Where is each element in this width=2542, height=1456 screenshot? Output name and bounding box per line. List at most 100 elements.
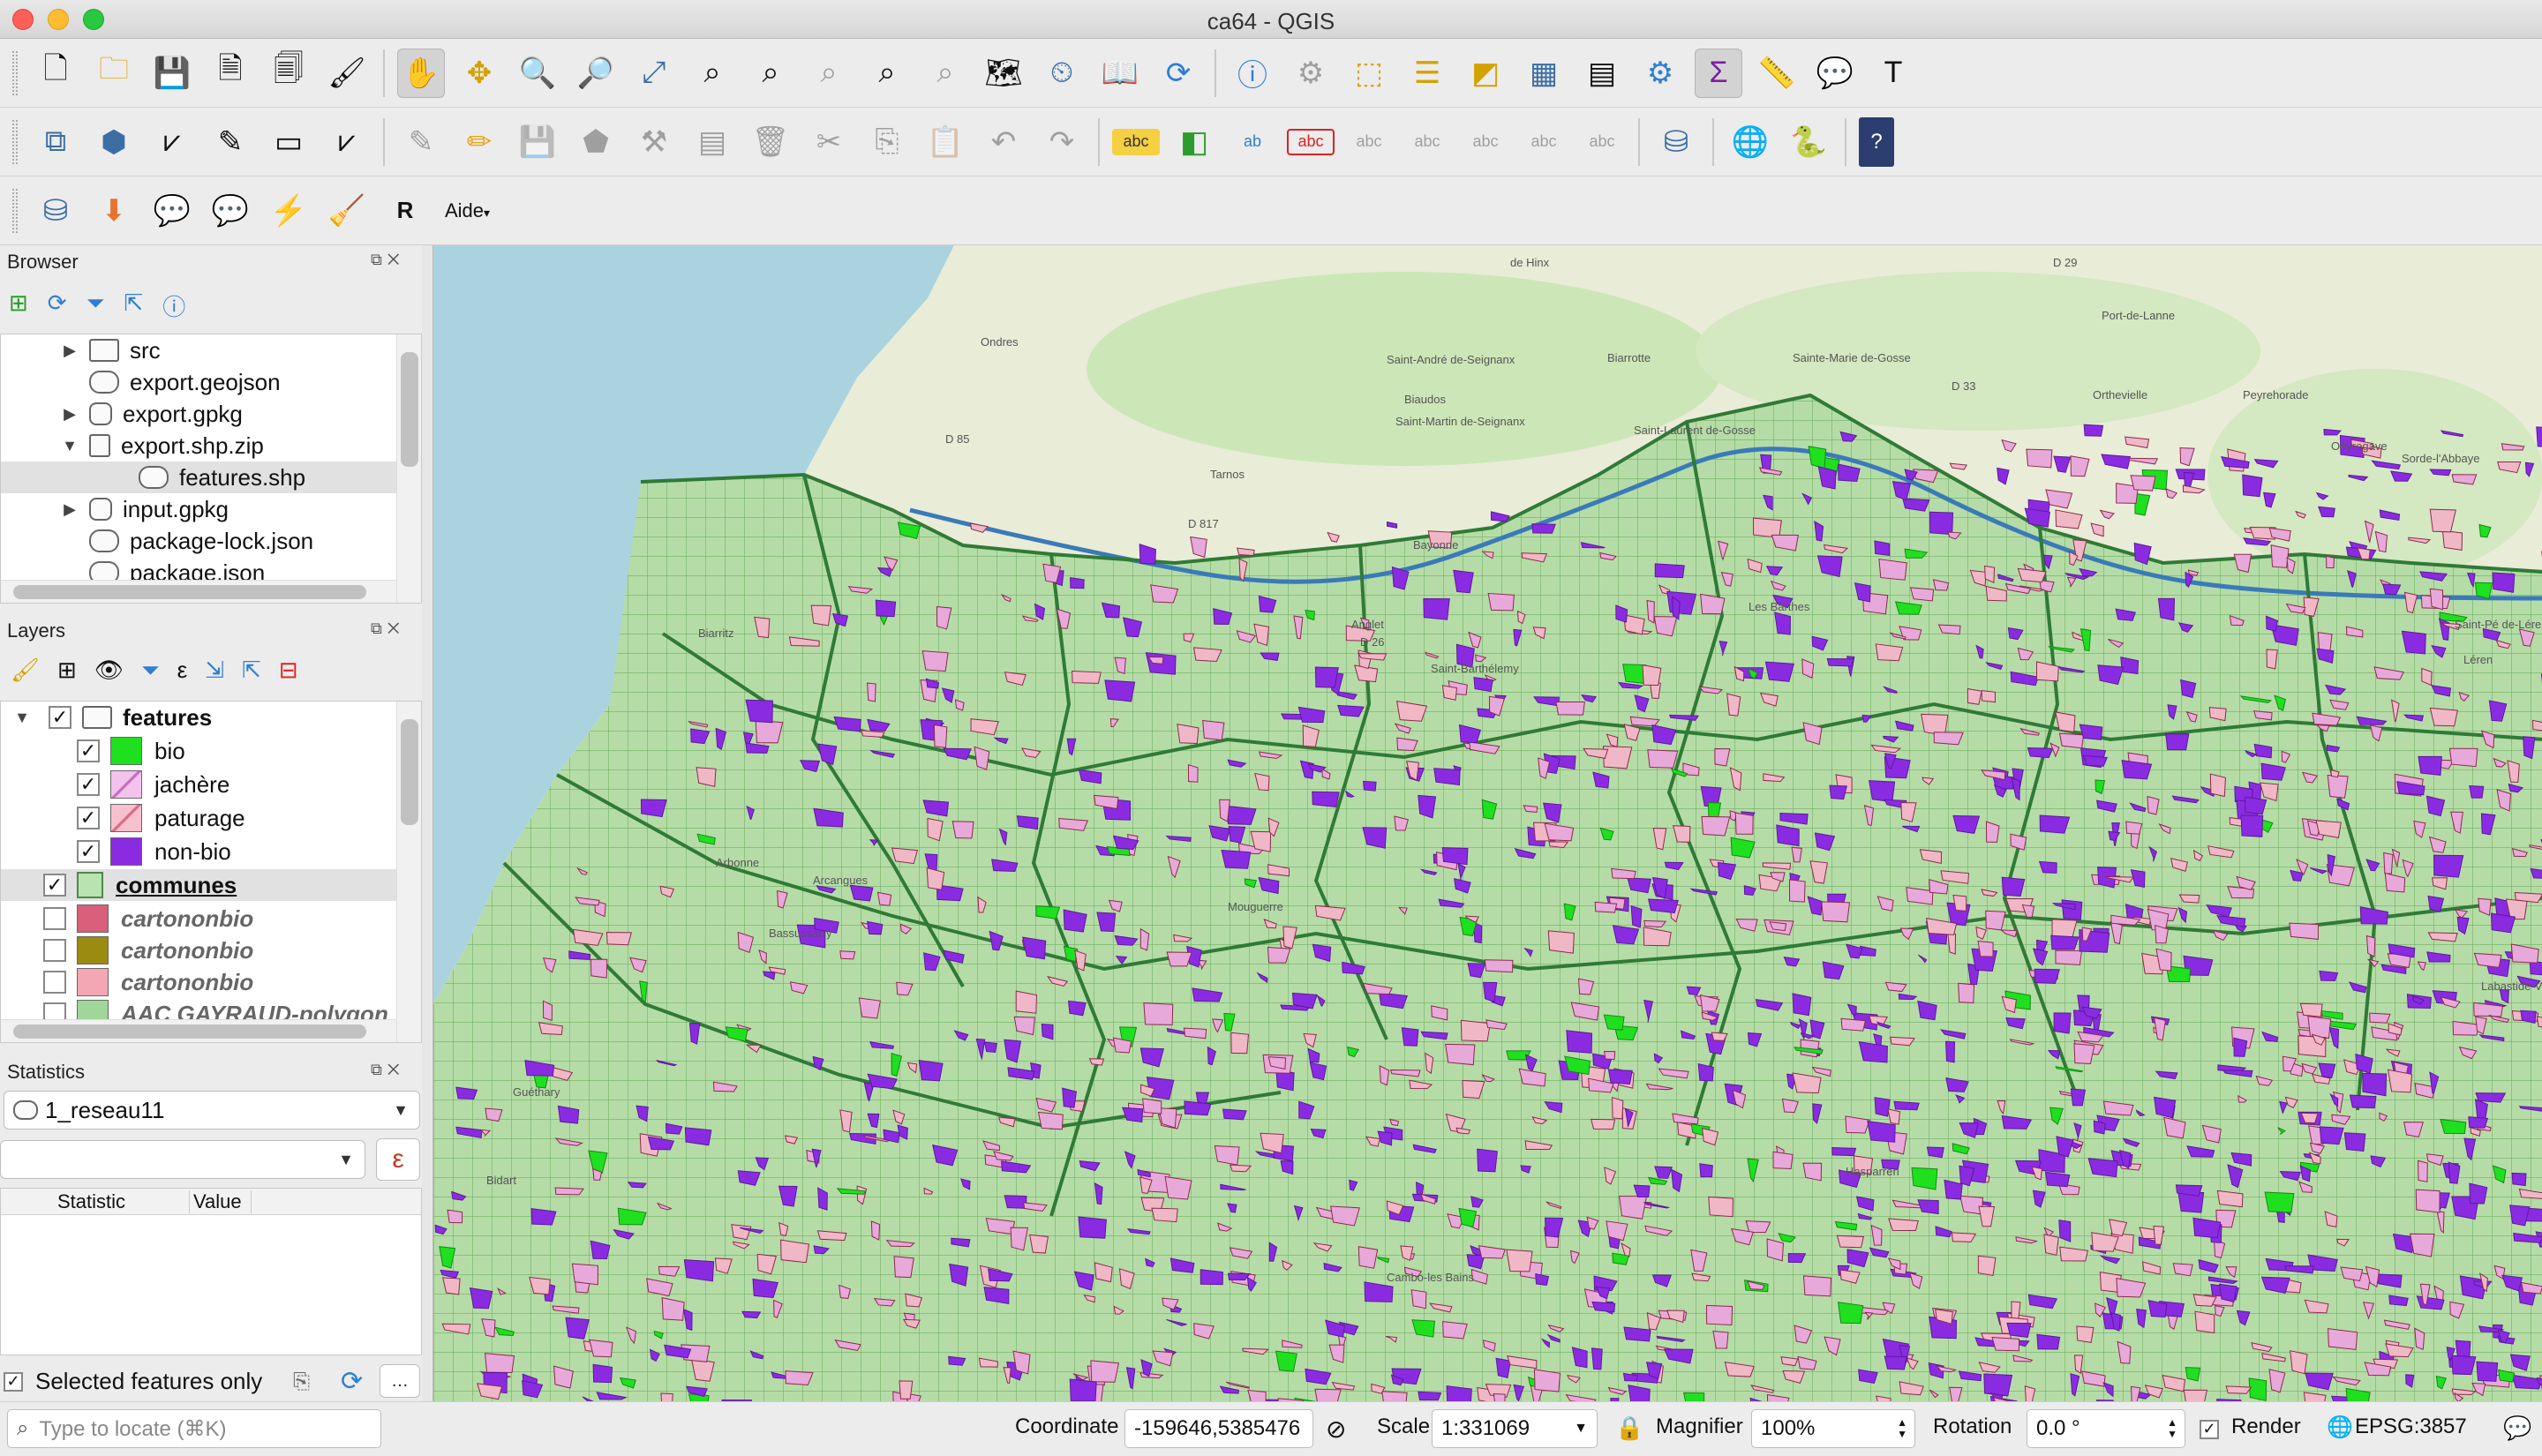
layers-vertical-scrollbar[interactable] (396, 702, 421, 1042)
move-label-icon[interactable]: abc (1462, 117, 1509, 167)
vertex-tool-icon[interactable]: ⚒ (630, 117, 678, 167)
processing-toolbox-icon[interactable]: ⚙ (1636, 49, 1684, 98)
new-map-view-icon[interactable]: 🗺 (980, 49, 1027, 98)
lock-scale-icon[interactable]: 🔒 (1615, 1415, 1643, 1442)
filter-legend-icon[interactable]: ⏷ (141, 657, 160, 685)
coordinate-field[interactable]: -159646,5385476 (1124, 1409, 1313, 1448)
browser-item[interactable]: export.geojson (59, 366, 395, 398)
paste-features-icon[interactable]: 📋 (921, 117, 969, 167)
pan-to-selection-icon[interactable]: ✥ (455, 49, 503, 98)
browser-item-selected[interactable]: features.shp (1, 462, 398, 493)
magnifier-field[interactable]: 100% ▲ ▼ (1751, 1409, 1915, 1448)
statistics-field-select[interactable]: ▼ (0, 1140, 365, 1179)
download-data-icon[interactable]: ⬇ (90, 186, 138, 236)
help-icon[interactable]: ? (1859, 116, 1894, 167)
toggle-editing-icon[interactable]: ✏ (455, 117, 503, 167)
style-manager-icon[interactable]: 🖌 (323, 49, 371, 98)
add-group-icon[interactable]: ⊞ (57, 657, 77, 685)
undo-icon[interactable]: ↶ (980, 117, 1027, 167)
zoom-in-icon[interactable]: 🔍 (514, 49, 561, 98)
python-console-icon[interactable]: 🐍 (1785, 117, 1832, 167)
new-virtual-layer-icon[interactable]: ▭ (265, 117, 312, 167)
crs-globe-icon[interactable]: 🌐 (2327, 1415, 2353, 1440)
comment-icon[interactable]: 💬 (148, 186, 196, 236)
copy-statistics-icon[interactable]: ⎘ (293, 1370, 310, 1394)
zoom-next-icon[interactable]: ⌕ (921, 49, 969, 98)
layers-panel-controls[interactable]: ⧉✕ (371, 619, 405, 638)
column-header-statistic[interactable]: Statistic (1, 1190, 190, 1213)
r-script-icon[interactable]: R (381, 186, 429, 236)
temporal-controller-icon[interactable]: ⏲ (1038, 49, 1086, 98)
layer-checkbox[interactable]: ✓ (49, 706, 71, 729)
zoom-last-icon[interactable]: ⌕ (863, 49, 911, 98)
statistics-layer-select[interactable]: 1_reseau11 ▼ (4, 1091, 420, 1130)
toggle-extents-icon[interactable]: ⊘ (1326, 1415, 1346, 1444)
run-action-icon[interactable]: ⚙ (1287, 49, 1335, 98)
modify-attributes-icon[interactable]: ▤ (688, 117, 736, 167)
more-options-button[interactable]: … (380, 1364, 420, 1398)
scale-select[interactable]: 1:331069 ▼ (1432, 1409, 1598, 1448)
metasearch-icon[interactable]: 🌐 (1726, 117, 1774, 167)
spatial-bookmark-icon[interactable]: 📖 (1096, 49, 1144, 98)
layer-item-bio[interactable]: ✓ bio (77, 735, 185, 767)
map-canvas[interactable]: de Hinx Ondres Saint-André de-Seignanx Biar… (432, 245, 2542, 1401)
toolbar-grip[interactable] (12, 50, 18, 95)
layer-group-features[interactable]: ▼ ✓ features (1, 702, 398, 733)
properties-icon[interactable]: ⓘ (162, 289, 185, 322)
layer-labeling-icon[interactable]: abc (1112, 128, 1160, 155)
rotate-label-icon[interactable]: abc (1520, 117, 1568, 167)
add-selected-layers-icon[interactable]: ⊞ (9, 289, 28, 322)
layer-checkbox[interactable] (43, 971, 66, 994)
browser-item[interactable]: ▶ src (59, 334, 395, 366)
change-label-icon[interactable]: abc (1578, 117, 1626, 167)
toolbar-grip[interactable] (12, 188, 18, 233)
db-manager-icon[interactable]: ⛁ (1652, 117, 1700, 167)
layer-item-communes[interactable]: ✓ communes (1, 869, 398, 901)
new-shapefile-layer-icon[interactable]: ⩗ (148, 117, 196, 167)
plugin-manager-icon[interactable]: ⚡ (265, 186, 312, 236)
zoom-native-icon[interactable]: ⌕ (805, 49, 853, 98)
selected-features-only-checkbox[interactable]: ✓ Selected features only (4, 1368, 262, 1395)
layer-item-cartononbio[interactable]: cartononbio (43, 903, 253, 934)
new-project-icon[interactable]: 🗋 (32, 49, 79, 98)
deselect-all-icon[interactable]: ◩ (1462, 49, 1509, 98)
layer-checkbox[interactable]: ✓ (77, 739, 100, 762)
layer-item-non-bio[interactable]: ✓ non-bio (77, 836, 231, 867)
layers-horizontal-scrollbar[interactable] (1, 1019, 396, 1042)
delete-selected-icon[interactable]: 🗑 (747, 117, 794, 167)
layer-checkbox[interactable] (43, 939, 66, 962)
data-source-manager-icon[interactable]: ⧉ (32, 117, 79, 167)
panel-splitter[interactable] (422, 245, 432, 1401)
save-project-icon[interactable]: 💾 (148, 49, 196, 98)
crs-label[interactable]: EPSG:3857 (2355, 1415, 2467, 1439)
browser-panel-controls[interactable]: ⧉✕ (371, 251, 405, 269)
zoom-to-selection-icon[interactable]: ⌕ (688, 49, 736, 98)
zoom-full-icon[interactable]: ⤢ (630, 49, 678, 98)
field-calculator-icon[interactable]: ▤ (1578, 49, 1626, 98)
browser-horizontal-scrollbar[interactable] (1, 580, 396, 603)
layer-checkbox[interactable]: ✓ (77, 807, 100, 829)
attribute-table-icon[interactable]: ▦ (1520, 49, 1568, 98)
add-feature-icon[interactable]: ⬟ (572, 117, 620, 167)
redo-icon[interactable]: ↷ (1038, 117, 1086, 167)
browser-item[interactable]: ▼ export.shp.zip (59, 430, 395, 462)
zoom-out-icon[interactable]: 🔎 (572, 49, 620, 98)
expression-builder-button[interactable]: ε (376, 1138, 420, 1181)
zoom-to-layer-icon[interactable]: ⌕ (747, 49, 794, 98)
browser-vertical-scrollbar[interactable] (396, 334, 421, 603)
layout-manager-icon[interactable]: 🗐 (265, 49, 312, 98)
cleanup-broom-icon[interactable]: 🧹 (323, 186, 371, 236)
identify-features-icon[interactable]: ⓘ (1229, 49, 1276, 98)
highlight-pinned-labels-icon[interactable]: ab (1229, 117, 1276, 167)
manage-visibility-icon[interactable]: 👁 (94, 657, 124, 685)
add-comment-icon[interactable]: 💬 (207, 186, 254, 236)
refresh-icon[interactable]: ⟳ (48, 289, 67, 322)
map-tips-icon[interactable]: 💬 (1811, 49, 1859, 98)
pan-map-icon[interactable]: ✋ (397, 48, 445, 98)
layer-item-paturage[interactable]: ✓ paturage (77, 802, 245, 834)
render-checkbox[interactable]: ✓ (2200, 1416, 2226, 1441)
collapse-all-icon[interactable]: ⇱ (242, 657, 261, 685)
layer-checkbox[interactable]: ✓ (77, 773, 100, 796)
show-hide-labels-icon[interactable]: abc (1403, 117, 1451, 167)
new-temporary-layer-icon[interactable]: ✎ (207, 117, 254, 167)
